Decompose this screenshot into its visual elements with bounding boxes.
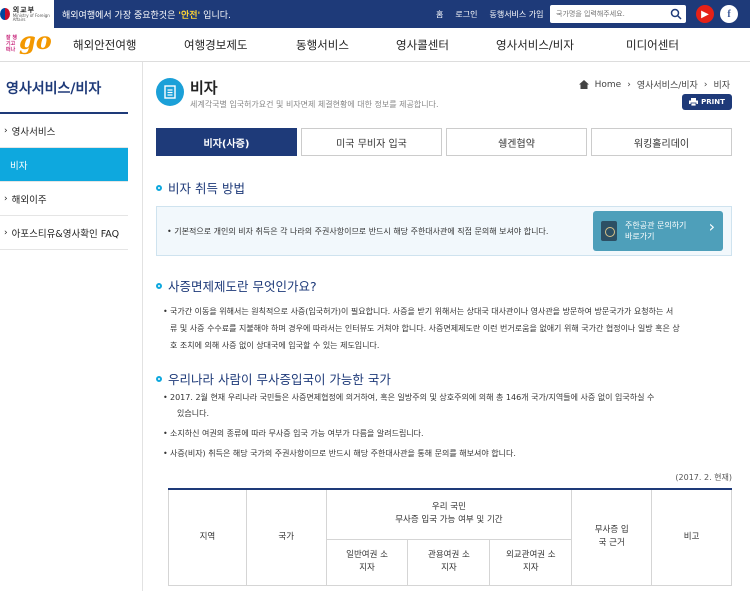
table-header-region: 지역: [168, 488, 247, 586]
table-date-note: (2017. 2. 현재): [675, 473, 732, 482]
table-header-basis: 무사증 입국 근거: [571, 488, 653, 586]
table-header-country: 국가: [245, 488, 327, 586]
main-nav: 잘 챙기고 떠나 go 해외안전여행 여행경보제도 동행서비스 영사콜센터 영사…: [0, 26, 750, 62]
visa-free-bullet-1-cont: 있습니다.: [177, 409, 209, 418]
visa-free-bullet-2: 소지하신 여권의 종류에 따라 무사증 입국 가능 여부가 다름을 알려드립니다…: [163, 425, 424, 442]
sidebar-item-consular[interactable]: › 영사서비스: [0, 114, 128, 148]
search-icon[interactable]: [670, 8, 682, 20]
sidebar-item-visa[interactable]: 비자: [0, 148, 128, 182]
chevron-right-icon: ›: [4, 125, 8, 136]
nav-call-center[interactable]: 영사콜센터: [396, 37, 449, 53]
breadcrumb: Home › 영사서비스/비자 › 비자: [578, 78, 730, 91]
bullet-circle-icon: [156, 375, 162, 382]
chevron-right-icon: ›: [708, 217, 715, 236]
table-header-group: 우리 국민 무사증 입국 가능 여부 및 기간: [325, 488, 573, 540]
table-header-ordinary-passport: 일반여권 소지자: [325, 538, 409, 586]
tab-visa[interactable]: 비자(사증): [156, 128, 297, 156]
print-button[interactable]: PRINT: [682, 94, 732, 110]
tab-schengen[interactable]: 쉥겐협약: [446, 128, 587, 156]
sidebar-title: 영사서비스/비자: [6, 81, 102, 97]
brand-logo[interactable]: 잘 챙기고 떠나 go: [4, 26, 52, 60]
chevron-right-icon: ›: [627, 79, 631, 90]
top-links: 홈 로그인 동행서비스 가입: [436, 9, 544, 20]
table-header-note: 비고: [651, 488, 732, 586]
page-description: 세계각국별 입국허가요건 및 비자면제 체결현황에 대한 정보를 제공합니다.: [190, 100, 439, 109]
visa-waiver-text-3: 호 조치에 의해 사증 없이 상대국에 입국할 수 있는 제도입니다.: [170, 341, 380, 350]
info-text: • 기본적으로 개인의 비자 취득은 각 나라의 주권사항이므로 반드시 해당 …: [167, 227, 549, 236]
content-divider: [142, 62, 143, 591]
sidebar-item-apostille-faq[interactable]: › 아포스티유&영사확인 FAQ: [0, 216, 128, 250]
nav-consular-visa[interactable]: 영사서비스/비자: [496, 37, 574, 53]
breadcrumb-visa[interactable]: 비자: [713, 78, 730, 91]
top-slogan: 해외여행에서 가장 중요한것은 '안전' 입니다.: [62, 11, 231, 21]
section-title-visa-waiver: 사증면제제도란 무엇인가요?: [156, 276, 317, 295]
slogan-highlight: '안전': [178, 11, 201, 21]
sidebar-item-emigration[interactable]: › 해외이주: [0, 182, 128, 216]
visa-free-bullet-1: 2017. 2월 현재 우리나라 국민들은 사증면제협정에 의거하여, 혹은 일…: [163, 389, 654, 406]
bullet-circle-icon: [156, 184, 162, 191]
chevron-right-icon: ›: [703, 79, 708, 90]
document-icon: [156, 78, 184, 106]
taegeuk-emblem-icon: [0, 8, 10, 20]
country-search: [550, 5, 686, 23]
home-icon: [578, 80, 589, 89]
table-header-diplomatic-passport: 외교관여권 소지자: [489, 538, 573, 586]
section-title-visa-method: 비자 취득 방법: [156, 178, 245, 197]
login-link[interactable]: 로그인: [455, 9, 477, 20]
breadcrumb-home[interactable]: Home: [595, 80, 622, 90]
visa-waiver-text-1: 국가간 이동을 위해서는 원칙적으로 사증(입국허가)이 필요합니다. 사증을 …: [163, 303, 673, 320]
table-header-official-passport: 관용여권 소지자: [407, 538, 491, 586]
page-title: 비자: [190, 79, 218, 97]
tab-us-visa-waiver[interactable]: 미국 무비자 입국: [301, 128, 442, 156]
brand-small-text: 잘 챙기고 떠나: [6, 35, 17, 53]
nav-companion-service[interactable]: 동행서비스: [296, 37, 349, 53]
passport-icon: [601, 221, 617, 241]
home-link[interactable]: 홈: [436, 9, 443, 20]
breadcrumb-consular-visa[interactable]: 영사서비스/비자: [637, 78, 698, 91]
visa-free-bullet-3: 사증(비자) 취득은 해당 국가의 주권사항이므로 반드시 해당 주한대사관을 …: [163, 445, 516, 462]
embassy-inquiry-button[interactable]: 주한공관 문의하기 바로가기 ›: [593, 211, 723, 251]
facebook-icon[interactable]: f: [720, 5, 738, 23]
brand-big-text: go: [19, 26, 52, 55]
join-service-link[interactable]: 동행서비스 가입: [489, 9, 543, 20]
nav-media-center[interactable]: 미디어센터: [626, 37, 679, 53]
info-box: • 기본적으로 개인의 비자 취득은 각 나라의 주권사항이므로 반드시 해당 …: [156, 206, 732, 256]
top-bar: 외교부 Ministry of Foreign Affairs 해외여행에서 가…: [0, 0, 750, 28]
section-title-visa-free-countries: 우리나라 사람이 무사증입국이 가능한 국가: [156, 369, 391, 388]
youtube-icon[interactable]: ▶: [696, 5, 714, 23]
chevron-right-icon: ›: [4, 193, 8, 204]
bullet-circle-icon: [156, 282, 162, 289]
visa-table: 지역 국가 우리 국민 무사증 입국 가능 여부 및 기간 무사증 입국 근거 …: [168, 488, 732, 586]
country-search-input[interactable]: [550, 5, 662, 23]
nav-travel-alert[interactable]: 여행경보제도: [184, 37, 247, 53]
logo-subtitle: Ministry of Foreign Affairs: [12, 12, 50, 22]
mofa-logo[interactable]: 외교부 Ministry of Foreign Affairs: [0, 0, 54, 28]
chevron-right-icon: ›: [4, 227, 8, 238]
nav-safe-travel[interactable]: 해외안전여행: [73, 37, 136, 53]
tab-working-holiday[interactable]: 워킹홀리데이: [591, 128, 732, 156]
visa-waiver-text-2: 류 및 사증 수수료를 지불해야 하며 경우에 따라서는 인터뷰도 거쳐야 합니…: [170, 324, 680, 333]
printer-icon: [689, 98, 699, 106]
